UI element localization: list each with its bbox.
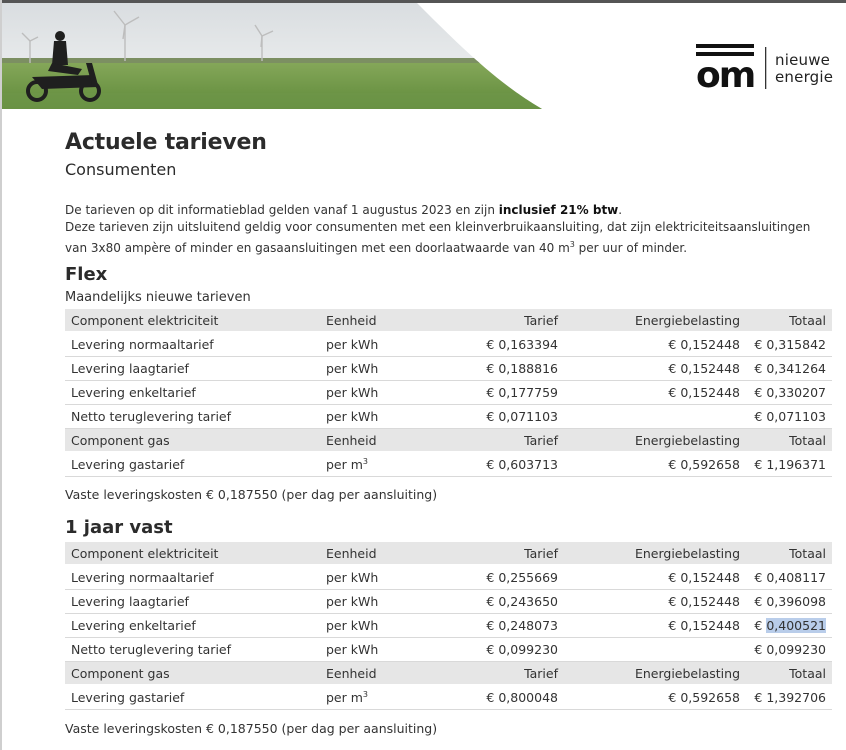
table-row: Netto teruglevering tarief per kWh € 0,0…	[65, 637, 832, 662]
vast-fixed-costs: Vaste leveringskosten € 0,187550 (per da…	[65, 721, 438, 736]
intro-paragraph-1: De tarieven op dit informatieblad gelden…	[65, 203, 623, 217]
section-subtitle-flex: Maandelijks nieuwe tarieven	[65, 290, 251, 305]
vast-tariff-table: Component elektriciteit Eenheid Tarief E…	[65, 542, 832, 710]
section-title-1-jaar-vast: 1 jaar vast	[65, 517, 173, 538]
flex-tariff-table: Component elektriciteit Eenheid Tarief E…	[65, 309, 832, 477]
banner-photo	[2, 3, 542, 109]
table-row: Levering enkeltarief per kWh € 0,248073 …	[65, 613, 832, 638]
selected-text-cell[interactable]: € 0,400521	[746, 613, 832, 638]
table-header-gas: Component gas Eenheid Tarief Energiebela…	[65, 428, 832, 453]
table-row: Netto teruglevering tarief per kWh € 0,0…	[65, 404, 832, 429]
table-row: Levering laagtarief per kWh € 0,243650 €…	[65, 589, 832, 614]
page-left-edge	[0, 0, 2, 750]
page-subtitle: Consumenten	[65, 160, 177, 179]
table-header-electricity: Component elektriciteit Eenheid Tarief E…	[65, 542, 832, 566]
table-header-electricity: Component elektriciteit Eenheid Tarief E…	[65, 309, 832, 333]
table-row: Levering normaaltarief per kWh € 0,25566…	[65, 565, 832, 590]
logo-line-2: energie	[775, 68, 834, 86]
intro-text: De tarieven op dit informatieblad gelden…	[65, 202, 835, 257]
logo-wordmark: nieuwe energie	[775, 52, 833, 86]
table-row: Levering normaaltarief per kWh € 0,16339…	[65, 332, 832, 357]
section-title-flex: Flex	[65, 264, 108, 285]
intro-paragraph-2: Deze tarieven zijn uitsluitend geldig vo…	[65, 220, 811, 255]
svg-text:om: om	[696, 55, 754, 92]
page-title: Actuele tarieven	[65, 130, 267, 155]
vat-emphasis: inclusief 21% btw	[498, 203, 619, 217]
table-row: Levering gastarief per m3 € 0,603713 € 0…	[65, 452, 832, 477]
table-row: Levering laagtarief per kWh € 0,188816 €…	[65, 356, 832, 381]
table-row: Levering enkeltarief per kWh € 0,177759 …	[65, 380, 832, 405]
table-header-gas: Component gas Eenheid Tarief Energiebela…	[65, 661, 832, 686]
flex-fixed-costs: Vaste leveringskosten € 0,187550 (per da…	[65, 487, 438, 502]
text-selection-highlight[interactable]: 0,400521	[766, 618, 826, 633]
table-row: Levering gastarief per m3 € 0,800048 € 0…	[65, 685, 832, 710]
logo-line-1: nieuwe	[775, 51, 831, 69]
